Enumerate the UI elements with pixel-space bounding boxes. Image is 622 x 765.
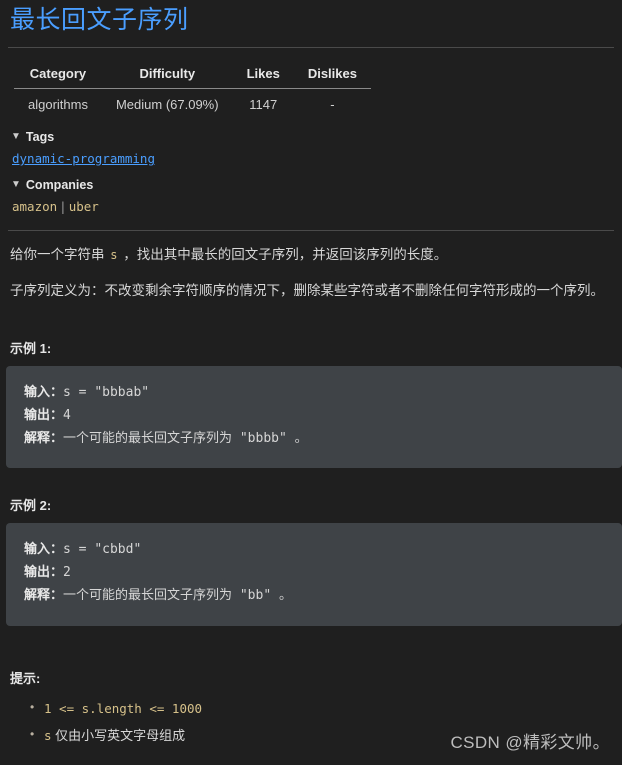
example-1-input-line: 输入：s = "bbbab" [24,382,622,405]
example-1-input-value: s = "bbbab" [63,385,150,401]
column-header-dislikes: Dislikes [293,62,371,90]
desc-text-before: 给你一个字符串 [10,247,109,263]
cell-difficulty: Medium (67.09%) [115,97,219,113]
tag-link-dynamic-programming[interactable]: dynamic-programming [12,151,155,166]
cell-likes: 1147 [249,97,278,113]
company-amazon[interactable]: amazon [12,199,57,214]
description-paragraph-2: 子序列定义为：不改变剩余字符顺序的情况下，删除某些字符或者不删除任何字符形成的一… [10,283,604,299]
example-2-codeblock: 输入：s = "cbbd" 输出：2 解释：一个可能的最长回文子序列为 "bb"… [6,523,622,626]
companies-section-toggle[interactable]: ▼ Companies [11,178,614,192]
problem-meta-table: Category Difficulty Likes Dislikes algor… [14,62,371,118]
desc-text-after: ，找出其中最长的回文子序列，并返回该序列的长度。 [119,247,448,263]
page-title: 最长回文子序列 [10,6,189,34]
hints-heading: 提示: [10,670,41,686]
cell-category: algorithms [28,97,88,113]
cell-dislikes: - [330,97,335,113]
list-item: s 仅由小写英文字母组成 [30,725,614,746]
title-divider [8,47,614,49]
column-header-category: Category [14,62,102,90]
list-item: 1 <= s.length <= 1000 [30,698,614,719]
tags-list: dynamic-programming [12,151,614,166]
hints-list: 1 <= s.length <= 1000 s 仅由小写英文字母组成 [8,698,614,747]
example-2-input-label: 输入： [24,542,64,558]
example-1-output-line: 输出：4 [24,405,622,428]
problem-page: 最长回文子序列 Category Difficulty Likes Dislik… [0,5,622,765]
example-1-explain-label: 解释： [24,430,64,446]
tags-section-label: Tags [25,130,55,145]
inline-code-s: s [110,248,118,263]
content-divider [8,230,614,232]
company-uber[interactable]: uber [69,199,99,214]
example-1-output-value: 4 [63,407,71,423]
column-header-difficulty: Difficulty [101,62,233,90]
example-1-explain-line: 解释：一个可能的最长回文子序列为 "bbbb" 。 [24,428,622,451]
tags-section-toggle[interactable]: ▼ Tags [11,130,614,144]
hint-code-2: s [44,728,52,744]
example-1-output-label: 输出： [24,407,64,423]
hint-code-1: 1 <= s.length <= 1000 [44,700,203,716]
example-2-output-label: 输出： [24,565,64,581]
example-1-heading: 示例 1: [10,341,52,357]
example-2-explain-value: 一个可能的最长回文子序列为 "bb" 。 [63,587,292,603]
example-2-input-line: 输入：s = "cbbd" [24,539,622,562]
example-1-codeblock: 输入：s = "bbbab" 输出：4 解释：一个可能的最长回文子序列为 "bb… [6,366,622,469]
example-2-heading: 示例 2: [10,498,52,514]
example-2-input-value: s = "cbbd" [63,542,142,558]
description-paragraph-1: 给你一个字符串 s ，找出其中最长的回文子序列，并返回该序列的长度。 [10,245,614,266]
company-separator: | [59,199,67,215]
hint-text-2: 仅由小写英文字母组成 [51,728,186,744]
example-1-input-label: 输入： [24,385,64,401]
chevron-down-icon: ▼ [11,179,21,191]
example-2-output-line: 输出：2 [24,562,622,585]
example-2-output-value: 2 [63,565,71,581]
example-2-explain-line: 解释：一个可能的最长回文子序列为 "bb" 。 [24,585,622,608]
companies-list: amazon | uber [12,199,614,214]
column-header-likes: Likes [232,62,294,90]
example-2-explain-label: 解释： [24,587,64,603]
chevron-down-icon: ▼ [11,131,21,143]
companies-section-label: Companies [25,178,94,193]
table-row: algorithms Medium (67.09%) 1147 - [14,89,371,119]
table-header-row: Category Difficulty Likes Dislikes [14,62,371,90]
example-1-explain-value: 一个可能的最长回文子序列为 "bbbb" 。 [63,430,308,446]
